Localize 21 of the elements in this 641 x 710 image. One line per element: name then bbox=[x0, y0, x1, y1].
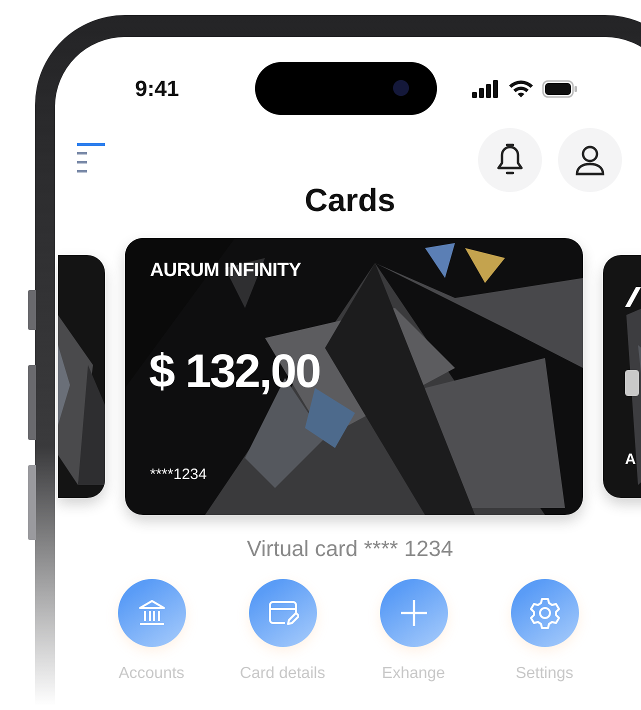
wifi-icon bbox=[508, 79, 534, 98]
card-name: AURUM INFINITY bbox=[150, 260, 301, 282]
status-time: 9:41 bbox=[135, 76, 180, 102]
page-title: Cards bbox=[304, 181, 396, 220]
card-caption: Virtual card **** 1234 bbox=[246, 535, 454, 563]
bell-icon bbox=[496, 143, 524, 177]
menu-icon[interactable] bbox=[77, 143, 107, 173]
card-edit-icon bbox=[266, 599, 298, 627]
plus-icon bbox=[400, 599, 428, 627]
bank-card[interactable]: A bbox=[603, 255, 641, 498]
bank-icon bbox=[136, 598, 166, 628]
battery-icon bbox=[542, 80, 578, 98]
card-balance: $ 132,00 bbox=[149, 343, 320, 398]
card-number: ****1234 bbox=[150, 466, 207, 483]
logo-icon bbox=[625, 287, 641, 307]
person-icon bbox=[574, 144, 606, 176]
gear-icon bbox=[528, 597, 560, 629]
chip-icon bbox=[625, 370, 639, 396]
bank-card[interactable]: AURUM INFINITY $ 132,00 ****1234 bbox=[125, 238, 583, 515]
signal-icon bbox=[472, 80, 500, 98]
card-name: A bbox=[625, 451, 636, 468]
